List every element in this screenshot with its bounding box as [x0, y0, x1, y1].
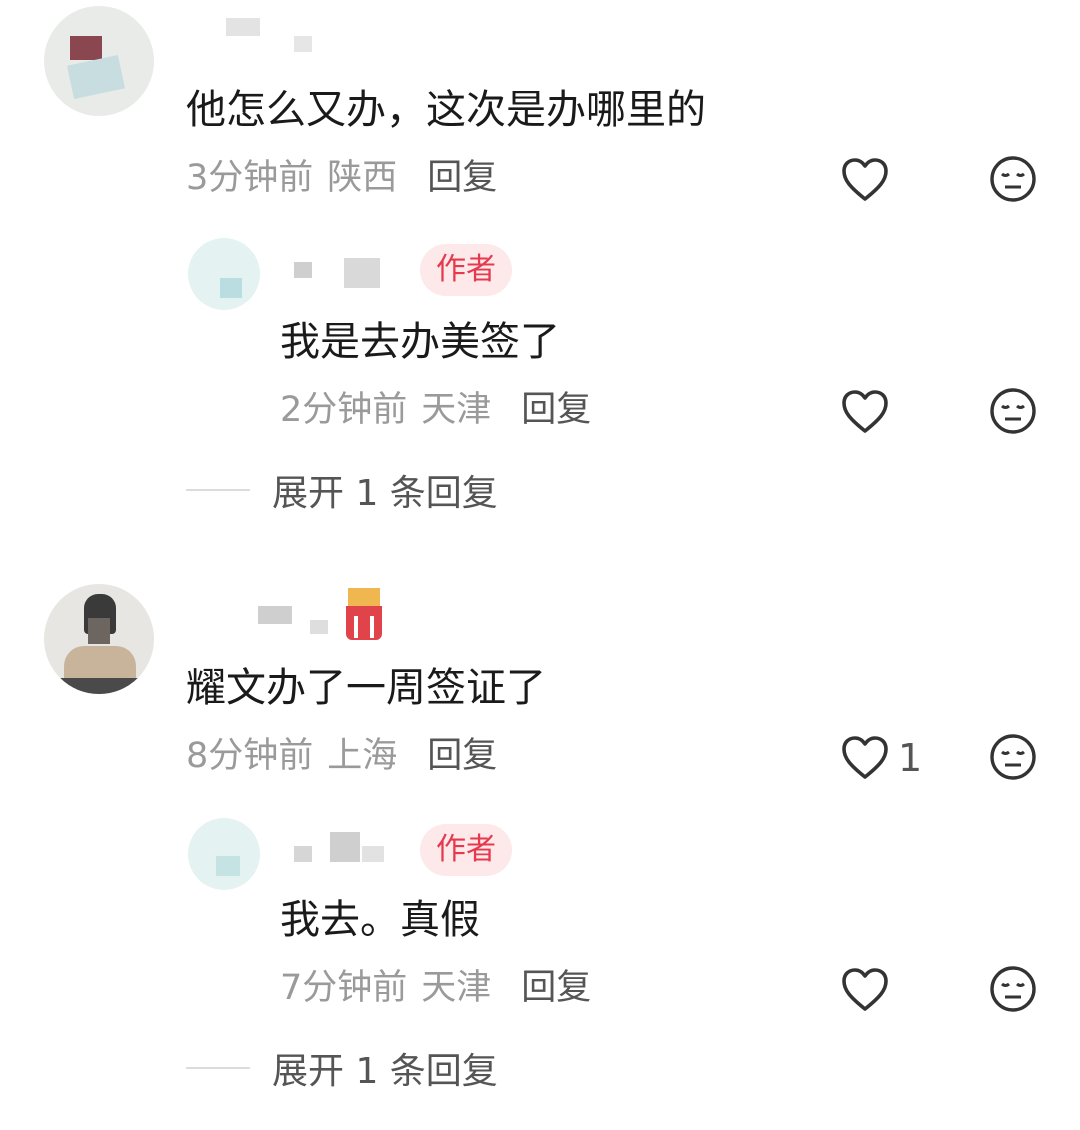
username-blurred[interactable] — [294, 262, 312, 278]
avatar[interactable] — [188, 818, 260, 890]
meh-face-icon[interactable] — [988, 154, 1038, 204]
author-badge: 作者 — [420, 244, 512, 296]
meh-face-icon[interactable] — [988, 964, 1038, 1014]
reply-button[interactable]: 回复 — [427, 736, 497, 776]
username-blurred[interactable] — [294, 846, 312, 862]
reply-button[interactable]: 回复 — [427, 158, 497, 198]
comment-meta: 3分钟前 陕西 回复 — [186, 158, 497, 198]
heart-outline-icon[interactable] — [840, 966, 890, 1014]
comment-text: 他怎么又办，这次是办哪里的 — [186, 87, 706, 133]
username-blurred[interactable] — [226, 18, 260, 36]
username-blurred[interactable] — [258, 606, 292, 624]
like-count: 1 — [898, 736, 923, 780]
comment-time: 3分钟前 — [186, 158, 314, 198]
expand-replies-label[interactable]: 展开 1 条回复 — [272, 464, 498, 516]
reply-meta: 7分钟前 天津 回复 — [280, 968, 591, 1008]
meh-face-icon[interactable] — [988, 732, 1038, 782]
comment-time: 8分钟前 — [186, 736, 314, 776]
comment-location: 陕西 — [327, 158, 398, 198]
reply-meta: 2分钟前 天津 回复 — [280, 390, 591, 430]
reply-button[interactable]: 回复 — [521, 390, 591, 430]
avatar[interactable] — [188, 238, 260, 310]
username-blurred — [294, 36, 312, 52]
reply-time: 7分钟前 — [280, 968, 408, 1008]
reply-text: 我是去办美签了 — [280, 319, 560, 365]
reply-location: 天津 — [421, 968, 492, 1008]
heart-outline-icon[interactable] — [840, 734, 890, 782]
username-blurred — [330, 832, 360, 862]
divider — [186, 489, 250, 491]
comment-meta: 8分钟前 上海 回复 — [186, 736, 497, 776]
username-blurred — [310, 620, 328, 634]
expand-replies[interactable]: 展开 1 条回复 — [186, 1042, 498, 1094]
avatar[interactable] — [44, 584, 154, 694]
reply-time: 2分钟前 — [280, 390, 408, 430]
author-badge: 作者 — [420, 824, 512, 876]
reply-button[interactable]: 回复 — [521, 968, 591, 1008]
heart-outline-icon[interactable] — [840, 156, 890, 204]
avatar[interactable] — [44, 6, 154, 116]
comment-location: 上海 — [327, 736, 398, 776]
fries-badge-icon — [346, 588, 382, 642]
expand-replies[interactable]: 展开 1 条回复 — [186, 464, 498, 516]
meh-face-icon[interactable] — [988, 386, 1038, 436]
comment-text: 耀文办了一周签证了 — [186, 665, 546, 711]
divider — [186, 1067, 250, 1069]
username-blurred — [344, 258, 380, 288]
expand-replies-label[interactable]: 展开 1 条回复 — [272, 1042, 498, 1094]
reply-location: 天津 — [421, 390, 492, 430]
heart-outline-icon[interactable] — [840, 388, 890, 436]
reply-text: 我去。真假 — [280, 897, 480, 943]
username-blurred — [362, 846, 384, 862]
